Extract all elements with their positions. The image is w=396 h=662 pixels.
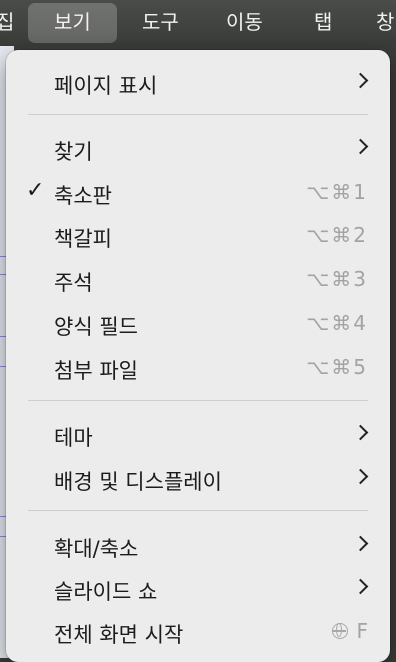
menu-separator	[28, 400, 368, 401]
shortcut-label: ⌥⌘4	[306, 311, 368, 335]
menu-item-find[interactable]: 찾기	[6, 128, 390, 168]
menu-item-label: 주석	[54, 271, 93, 295]
menu-item-page-display[interactable]: 페이지 표시	[6, 62, 390, 102]
menu-item-label: 페이지 표시	[54, 74, 158, 98]
chevron-right-icon	[352, 535, 369, 552]
menu-item-fullscreen[interactable]: 전체 화면 시작 F	[6, 611, 390, 651]
view-menu: 페이지 표시 찾기 ✓ 축소판 ⌥⌘1 책갈피 ⌥⌘2 주석 ⌥⌘3 양식 필드…	[6, 50, 390, 662]
menubar-item-tabs[interactable]: 탭	[314, 0, 332, 46]
menu-separator	[28, 510, 368, 511]
menu-separator	[28, 114, 368, 115]
menu-bar: 집 보기 도구 이동 탭 창	[0, 0, 396, 46]
chevron-right-icon	[352, 578, 369, 595]
menu-item-label: 책갈피	[54, 227, 112, 251]
menu-item-label: 찾기	[54, 140, 93, 164]
menubar-item-edit[interactable]: 집	[0, 0, 14, 46]
menu-item-label: 슬라이드 쇼	[54, 580, 158, 604]
shortcut-label: ⌥⌘2	[306, 223, 368, 247]
menu-item-label: 축소판	[54, 184, 112, 208]
menu-item-label: 배경 및 디스플레이	[54, 470, 222, 494]
menubar-item-view[interactable]: 보기	[28, 3, 117, 43]
menu-item-bookmarks[interactable]: 책갈피 ⌥⌘2	[6, 215, 390, 255]
shortcut-label: ⌥⌘3	[306, 267, 368, 291]
menu-item-label: 전체 화면 시작	[54, 623, 184, 647]
shortcut-label: ⌥⌘1	[306, 180, 368, 204]
chevron-right-icon	[352, 468, 369, 485]
menu-item-theme[interactable]: 테마	[6, 414, 390, 454]
checkmark-icon: ✓	[26, 178, 45, 203]
menu-item-zoom[interactable]: 확대/축소	[6, 525, 390, 565]
menu-item-label: 테마	[54, 426, 93, 450]
menubar-item-tools[interactable]: 도구	[142, 0, 179, 46]
chevron-right-icon	[352, 72, 369, 89]
shortcut-label: F	[356, 619, 368, 643]
menubar-item-go[interactable]: 이동	[226, 0, 263, 46]
menu-item-slideshow[interactable]: 슬라이드 쇼	[6, 568, 390, 608]
menu-item-thumbnails[interactable]: ✓ 축소판 ⌥⌘1	[6, 172, 390, 212]
menu-item-attachments[interactable]: 첨부 파일 ⌥⌘5	[6, 347, 390, 387]
menu-item-background-display[interactable]: 배경 및 디스플레이	[6, 458, 390, 498]
menu-item-form-fields[interactable]: 양식 필드 ⌥⌘4	[6, 303, 390, 343]
menu-item-annotations[interactable]: 주석 ⌥⌘3	[6, 259, 390, 299]
menu-item-label: 첨부 파일	[54, 359, 138, 383]
chevron-right-icon	[352, 138, 369, 155]
globe-icon	[332, 623, 348, 639]
menubar-item-window[interactable]: 창	[376, 0, 394, 46]
menu-item-label: 양식 필드	[54, 315, 138, 339]
shortcut-label: ⌥⌘5	[306, 355, 368, 379]
chevron-right-icon	[352, 424, 369, 441]
menu-item-label: 확대/축소	[54, 537, 139, 561]
